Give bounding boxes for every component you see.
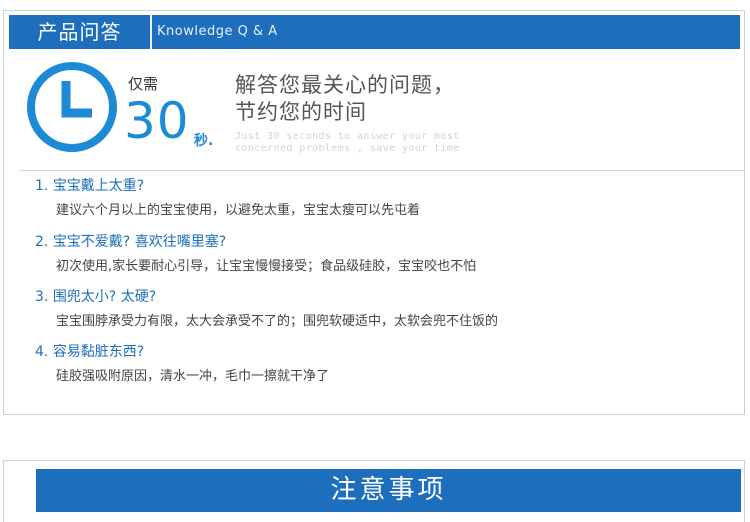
qa-answer: 初次使用,家长要耐心引导，让宝宝慢慢接受；食品级硅胶，宝宝咬也不怕: [56, 259, 477, 274]
qa-item: 2. 宝宝不爱戴? 喜欢往嘴里塞? 初次使用,家长要耐心引导，让宝宝慢慢接受；食…: [35, 232, 735, 276]
qa-item: 4. 容易黏脏东西? 硅胶强吸附原因，清水一冲，毛巾一擦就干净了: [35, 342, 735, 386]
qa-question-text: 宝宝不爱戴? 喜欢往嘴里塞?: [52, 234, 227, 250]
qa-question: 4. 容易黏脏东西?: [35, 342, 735, 362]
clock-icon: [27, 62, 117, 152]
qa-answer: 硅胶强吸附原因，清水一冲，毛巾一擦就干净了: [56, 369, 330, 384]
seconds-number: 30: [124, 92, 190, 150]
headline-line-1: 解答您最关心的问题，: [235, 73, 455, 97]
qa-question-text: 容易黏脏东西?: [52, 344, 145, 360]
qa-answer: 建议六个月以上的宝宝使用，以避免太重，宝宝太瘦可以先屯着: [56, 203, 421, 218]
qa-answer: 宝宝围脖承受力有限，太大会承受不了的；围兜软硬适中，太软会兜不住饭的: [56, 314, 499, 329]
headline-line-2: 节约您的时间: [235, 100, 367, 124]
qa-number: 1.: [35, 178, 49, 194]
seconds-unit: 秒.: [194, 133, 214, 149]
qa-question: 3. 围兜太小? 太硬?: [35, 287, 735, 307]
qa-number: 4.: [35, 344, 49, 360]
notice-panel: 注意事项: [3, 460, 745, 522]
qa-number: 2.: [35, 234, 49, 250]
qa-subtitle: Knowledge Q & A: [157, 24, 278, 39]
divider: [20, 170, 746, 171]
qa-question-text: 宝宝戴上太重?: [52, 178, 145, 194]
qa-number: 3.: [35, 289, 49, 305]
notice-title: 注意事项: [36, 469, 741, 512]
qa-item: 1. 宝宝戴上太重? 建议六个月以上的宝宝使用，以避免太重，宝宝太瘦可以先屯着: [35, 176, 735, 220]
qa-header-separator: [150, 15, 152, 49]
qa-header: 产品问答 Knowledge Q & A: [9, 15, 740, 49]
qa-item: 3. 围兜太小? 太硬? 宝宝围脖承受力有限，太大会承受不了的；围兜软硬适中，太…: [35, 287, 735, 331]
qa-question-text: 围兜太小? 太硬?: [52, 289, 157, 305]
page: 产品问答 Knowledge Q & A 仅需 30 秒. 解答您最关心的问题，…: [0, 0, 750, 522]
english-tagline-2: concerned problems , save your time: [235, 143, 460, 154]
qa-panel: 产品问答 Knowledge Q & A 仅需 30 秒. 解答您最关心的问题，…: [3, 10, 746, 415]
qa-title: 产品问答: [9, 15, 150, 49]
qa-question: 2. 宝宝不爱戴? 喜欢往嘴里塞?: [35, 232, 735, 252]
qa-question: 1. 宝宝戴上太重?: [35, 176, 735, 196]
english-tagline-1: Just 30 seconds to answer your most: [235, 131, 460, 142]
